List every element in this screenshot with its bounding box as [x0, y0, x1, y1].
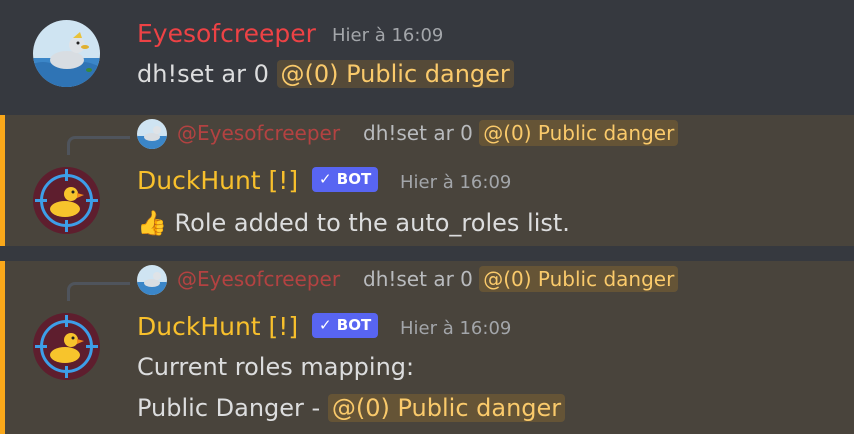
reply-text: dh!set ar 0 @(0) Public danger [363, 120, 679, 146]
bot-avatar[interactable] [33, 313, 100, 380]
reply-username[interactable]: @Eyesofcreeper [177, 121, 340, 145]
reply-command: dh!set ar 0 [363, 121, 473, 145]
bot-avatar[interactable] [33, 167, 100, 234]
message-eyesofcreeper: Eyesofcreeper Hier à 16:09 dh!set ar 0 @… [0, 0, 854, 107]
thumbs-up-emoji: 👍 [137, 209, 167, 237]
reply-connector [67, 282, 130, 301]
reply-role-mention[interactable]: @(0) Public danger [479, 120, 679, 146]
role-mention[interactable]: @(0) Public danger [327, 394, 566, 422]
bot-username[interactable]: DuckHunt [!] [137, 312, 298, 341]
bot-tag: ✓ BOT [312, 167, 379, 192]
bot-username[interactable]: DuckHunt [!] [137, 166, 298, 195]
reply-username[interactable]: @Eyesofcreeper [177, 267, 340, 291]
message-content: 👍 Role added to the auto_roles list. [137, 209, 570, 237]
username[interactable]: Eyesofcreeper [137, 19, 316, 48]
user-avatar[interactable] [33, 20, 100, 87]
message-line-2: Public Danger - @(0) Public danger [137, 394, 566, 422]
message-duckhunt-reply-2: @Eyesofcreeper dh!set ar 0 @(0) Public d… [0, 261, 854, 434]
timestamp: Hier à 16:09 [400, 318, 512, 339]
reply-avatar [137, 265, 167, 295]
message-line-1: Current roles mapping: [137, 353, 415, 381]
message-duckhunt-reply-1: @Eyesofcreeper dh!set ar 0 @(0) Public d… [0, 115, 854, 246]
reply-role-mention[interactable]: @(0) Public danger [479, 266, 679, 292]
reply-command: dh!set ar 0 [363, 267, 473, 291]
reply-connector [67, 136, 130, 155]
message-content: dh!set ar 0 @(0) Public danger [137, 60, 514, 88]
reply-text: dh!set ar 0 @(0) Public danger [363, 266, 679, 292]
message-text: dh!set ar 0 [137, 60, 269, 88]
role-label: Public Danger - [137, 394, 321, 422]
reply-avatar [137, 119, 167, 149]
role-mention[interactable]: @(0) Public danger [276, 60, 514, 88]
timestamp: Hier à 16:09 [332, 25, 444, 46]
bot-tag: ✓ BOT [312, 313, 379, 338]
timestamp: Hier à 16:09 [400, 172, 512, 193]
message-text: Role added to the auto_roles list. [174, 209, 570, 237]
